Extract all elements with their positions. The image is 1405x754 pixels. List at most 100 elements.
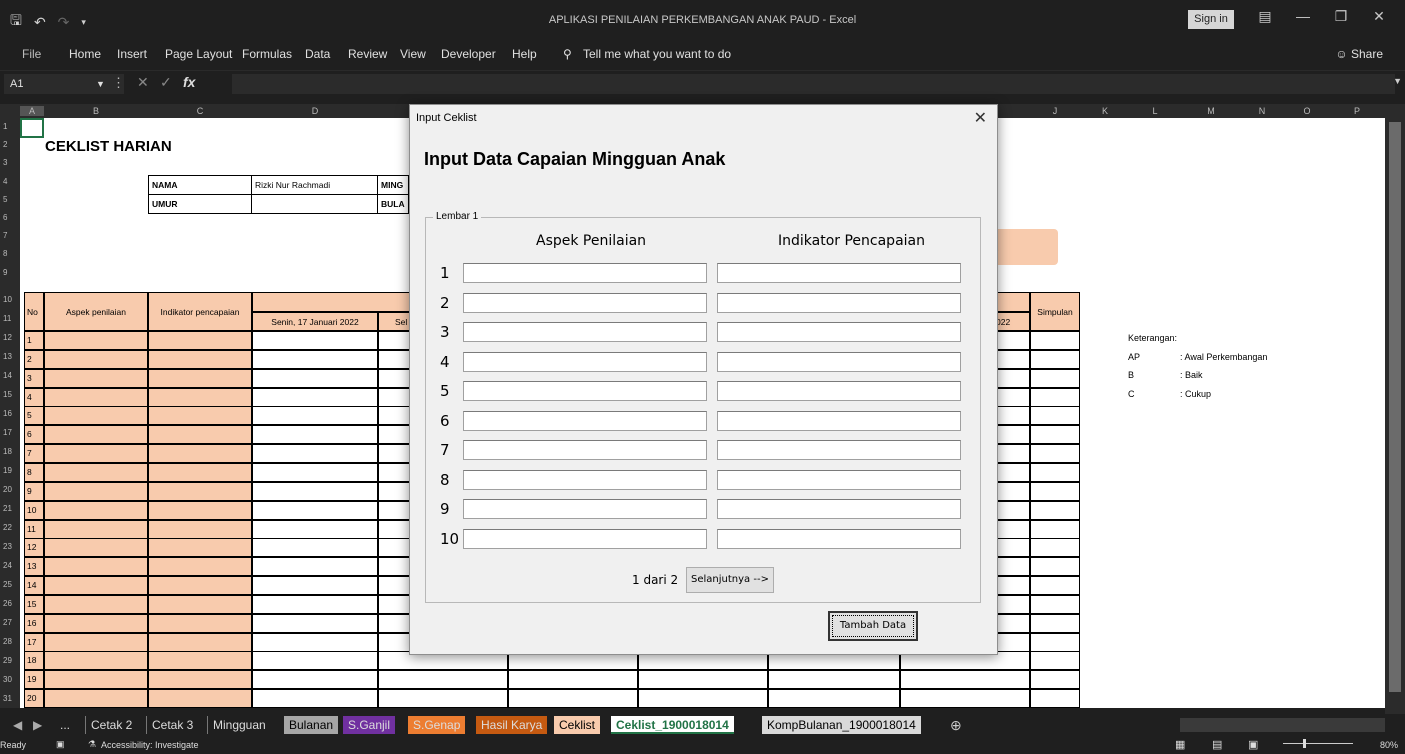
- table-cell[interactable]: [44, 462, 148, 482]
- zoom-slider-thumb[interactable]: [1303, 739, 1306, 748]
- redo-icon[interactable]: ↷: [58, 14, 70, 31]
- table-cell[interactable]: [44, 387, 148, 407]
- indikator-input[interactable]: [717, 528, 961, 549]
- table-cell[interactable]: [1030, 538, 1080, 558]
- aspek-input[interactable]: [463, 499, 707, 519]
- col-l[interactable]: L: [1130, 106, 1180, 116]
- table-cell[interactable]: [1030, 632, 1080, 652]
- row-header[interactable]: 15: [3, 390, 12, 399]
- row-header[interactable]: 17: [3, 428, 12, 437]
- row-header[interactable]: 2: [3, 140, 7, 149]
- row-header[interactable]: 19: [3, 466, 12, 475]
- table-cell[interactable]: [1030, 349, 1080, 369]
- zoom-slider[interactable]: [1283, 743, 1353, 744]
- table-cell[interactable]: [252, 331, 378, 350]
- expand-formula-icon[interactable]: ▼: [1393, 76, 1402, 86]
- row-number-cell[interactable]: 10: [24, 500, 44, 520]
- col-n[interactable]: N: [1242, 106, 1282, 116]
- table-cell[interactable]: [1030, 444, 1080, 464]
- table-cell[interactable]: [148, 594, 252, 614]
- close-icon[interactable]: ✕: [974, 108, 987, 128]
- row-number-cell[interactable]: 15: [24, 594, 44, 614]
- table-cell[interactable]: [44, 519, 148, 539]
- table-cell[interactable]: [148, 670, 252, 690]
- restore-icon[interactable]: ❐: [1322, 8, 1360, 25]
- table-cell[interactable]: [252, 651, 378, 671]
- aspek-input[interactable]: [463, 381, 707, 401]
- row-header[interactable]: 14: [3, 371, 12, 380]
- col-k[interactable]: K: [1080, 106, 1130, 116]
- table-cell[interactable]: [44, 500, 148, 520]
- row-header[interactable]: 28: [3, 637, 12, 646]
- row-header[interactable]: 1: [3, 122, 7, 131]
- zoom-level[interactable]: 80%: [1380, 740, 1398, 750]
- row-number-cell[interactable]: 5: [24, 406, 44, 426]
- table-cell[interactable]: [252, 632, 378, 652]
- add-sheet-icon[interactable]: ⊕: [945, 716, 967, 734]
- row-header[interactable]: 18: [3, 447, 12, 456]
- row-header[interactable]: 8: [3, 249, 7, 258]
- sheet-tab-bulanan[interactable]: Bulanan: [284, 716, 339, 734]
- table-cell[interactable]: [44, 632, 148, 652]
- table-cell[interactable]: [1030, 500, 1080, 520]
- next-button[interactable]: Selanjutnya -->: [686, 567, 774, 593]
- indikator-input[interactable]: [717, 499, 961, 519]
- page-break-view-icon[interactable]: ▣: [1248, 738, 1258, 751]
- row-number-cell[interactable]: 19: [24, 670, 44, 690]
- table-cell[interactable]: [252, 670, 378, 690]
- horizontal-scrollbar[interactable]: [1180, 718, 1385, 732]
- tab-formulas[interactable]: Formulas: [242, 47, 292, 61]
- table-cell[interactable]: [148, 481, 252, 501]
- table-cell[interactable]: [148, 538, 252, 558]
- sheet-tab-hasil-karya[interactable]: Hasil Karya: [476, 716, 548, 734]
- table-cell[interactable]: [638, 689, 768, 708]
- umur-value[interactable]: [251, 193, 378, 214]
- table-cell[interactable]: [252, 368, 378, 388]
- col-b[interactable]: B: [44, 106, 148, 116]
- table-cell[interactable]: [1030, 519, 1080, 539]
- close-icon[interactable]: ✕: [1360, 8, 1398, 25]
- table-cell[interactable]: [1030, 613, 1080, 633]
- row-header[interactable]: 22: [3, 523, 12, 532]
- row-header[interactable]: 16: [3, 409, 12, 418]
- row-header[interactable]: 5: [3, 195, 7, 204]
- function-icon[interactable]: fx: [183, 74, 195, 90]
- indikator-input[interactable]: [717, 322, 961, 342]
- col-d[interactable]: D: [252, 106, 378, 116]
- table-cell[interactable]: [1030, 557, 1080, 577]
- minimize-icon[interactable]: —: [1284, 8, 1322, 25]
- tab-file[interactable]: File: [22, 47, 41, 61]
- table-cell[interactable]: [148, 387, 252, 407]
- table-cell[interactable]: [148, 689, 252, 708]
- table-cell[interactable]: [252, 349, 378, 369]
- aspek-input[interactable]: [463, 410, 707, 431]
- tab-page-layout[interactable]: Page Layout: [165, 47, 232, 61]
- indikator-input[interactable]: [717, 381, 961, 401]
- row-number-cell[interactable]: 2: [24, 349, 44, 369]
- indikator-input[interactable]: [717, 263, 961, 283]
- customize-qat-icon[interactable]: ▾: [81, 17, 86, 28]
- tab-data[interactable]: Data: [305, 47, 330, 61]
- row-header[interactable]: 3: [3, 158, 7, 167]
- table-cell[interactable]: [148, 331, 252, 350]
- sheet-tab-mingguan[interactable]: Mingguan: [207, 716, 271, 734]
- table-cell[interactable]: [44, 594, 148, 614]
- row-number-cell[interactable]: 20: [24, 689, 44, 708]
- table-cell[interactable]: [252, 500, 378, 520]
- table-cell[interactable]: [148, 651, 252, 671]
- table-cell[interactable]: [44, 613, 148, 633]
- table-cell[interactable]: [44, 349, 148, 369]
- table-cell[interactable]: [768, 689, 900, 708]
- tab-help[interactable]: Help: [512, 47, 537, 61]
- row-header[interactable]: 7: [3, 231, 7, 240]
- nama-value[interactable]: Rizki Nur Rachmadi: [251, 175, 378, 195]
- cancel-icon[interactable]: ✕: [137, 74, 149, 91]
- row-header[interactable]: 10: [3, 295, 12, 304]
- macro-record-icon[interactable]: ▣: [56, 739, 65, 750]
- page-layout-view-icon[interactable]: ▤: [1212, 738, 1222, 751]
- sheet-tab-ceklist[interactable]: Ceklist: [554, 716, 601, 734]
- tab-developer[interactable]: Developer: [441, 47, 496, 61]
- table-cell[interactable]: [44, 406, 148, 426]
- sheet-tab-ceklist-active[interactable]: Ceklist_1900018014: [611, 716, 734, 734]
- table-cell[interactable]: [252, 689, 378, 708]
